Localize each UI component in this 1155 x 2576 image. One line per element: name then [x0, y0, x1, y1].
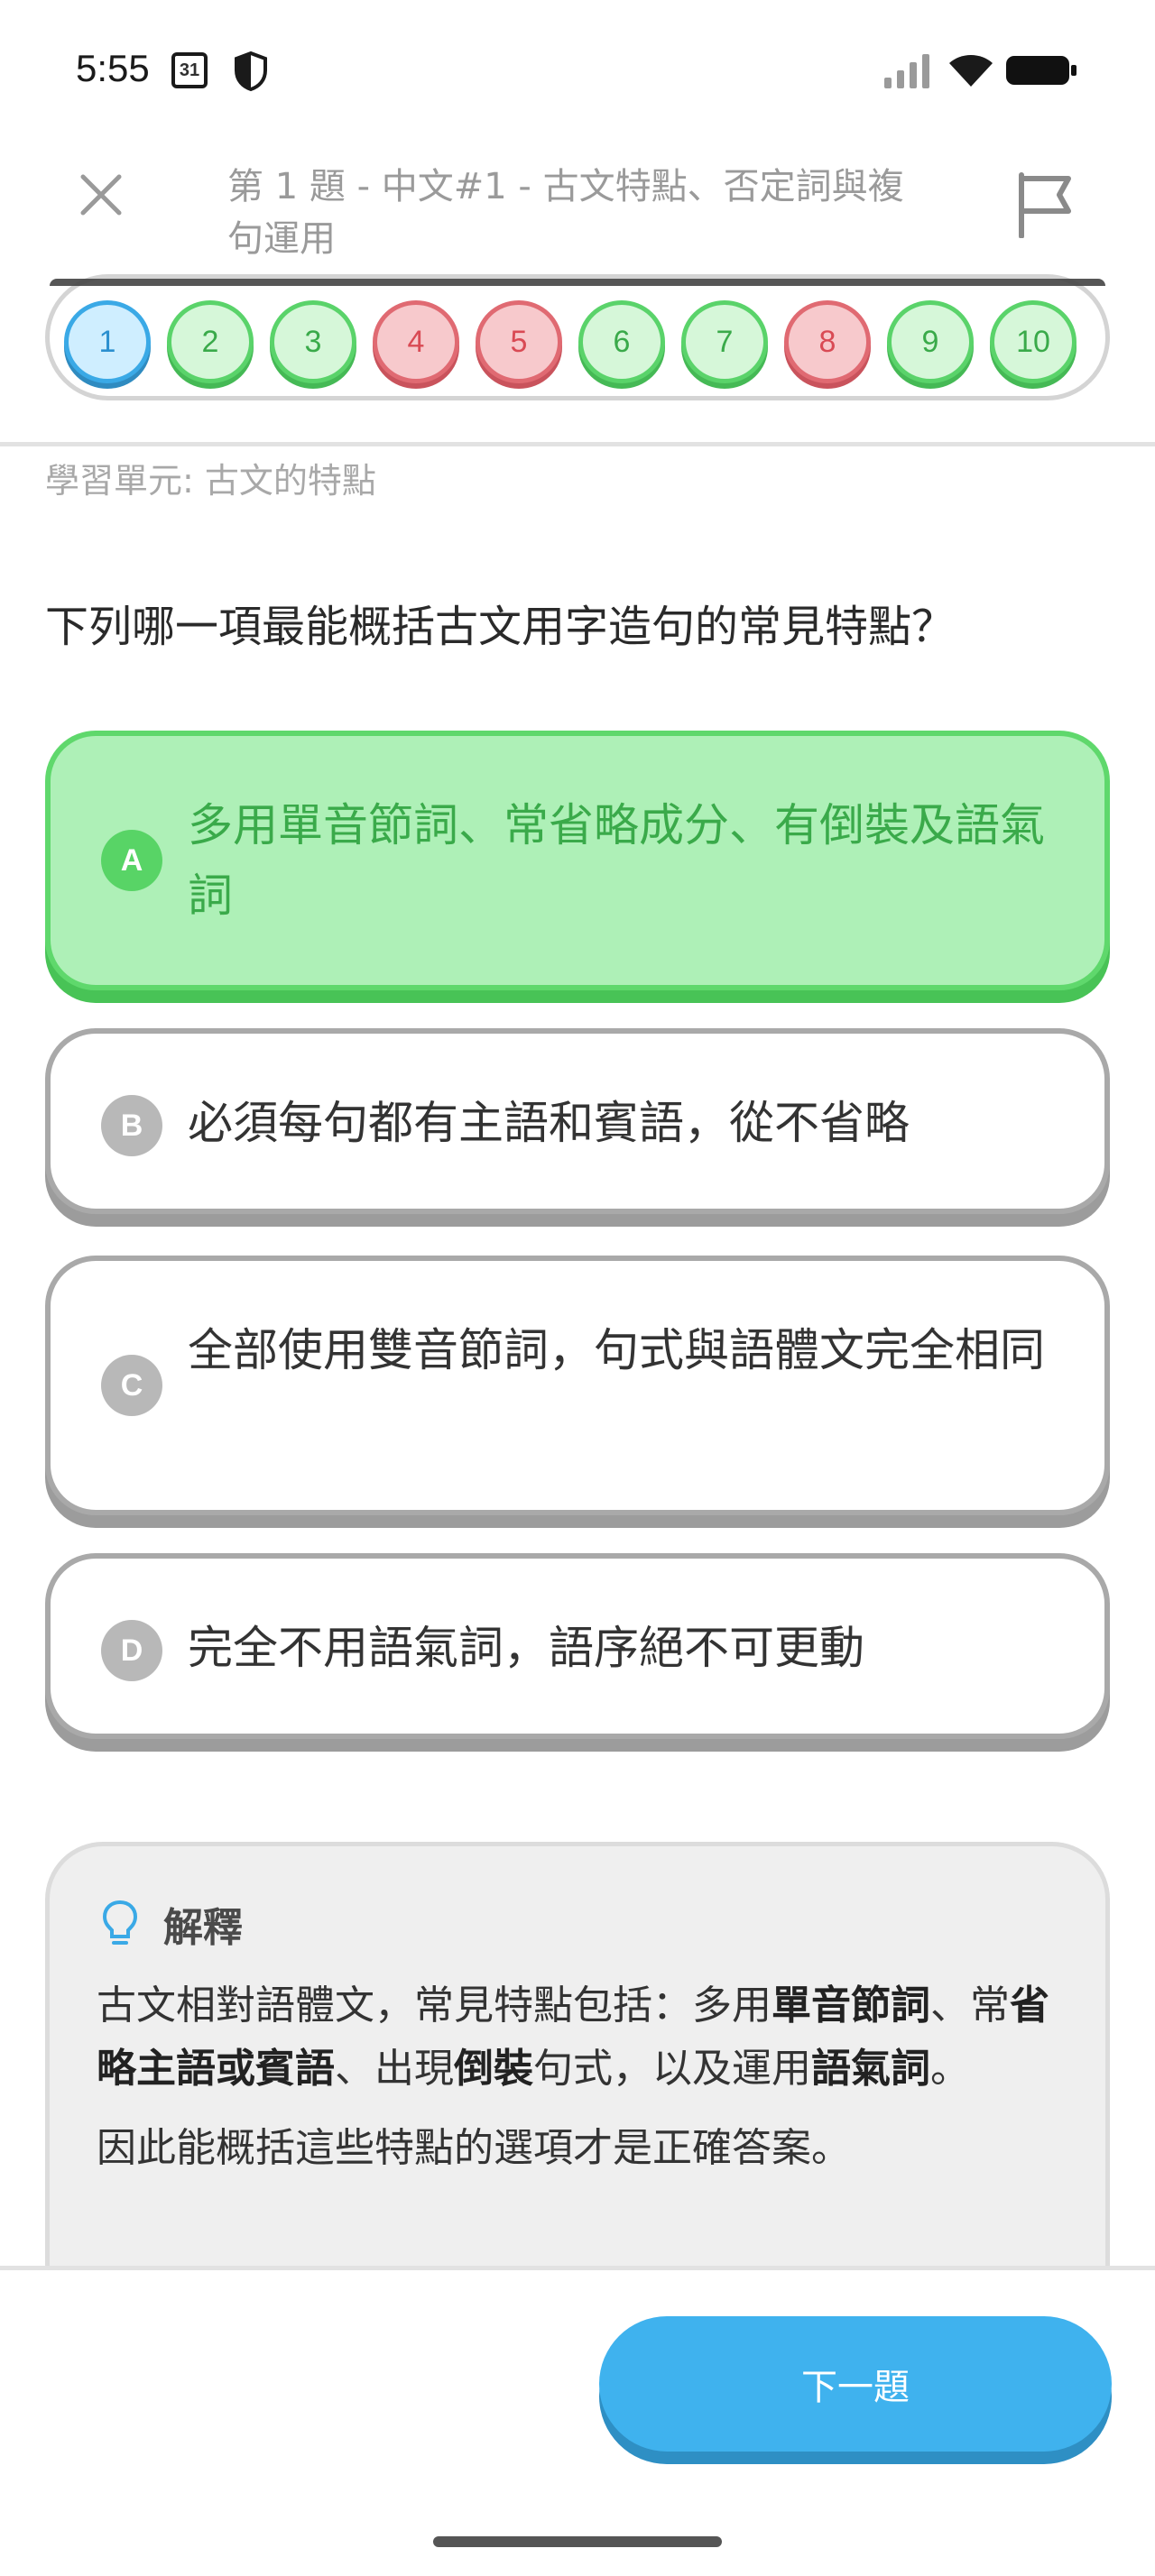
wifi-icon	[949, 55, 993, 87]
option-b[interactable]: B 必須每句都有主語和賓語，從不省略	[45, 1028, 1110, 1214]
option-a[interactable]: A 多用單音節詞、常省略成分、有倒裝及語氣詞	[45, 731, 1110, 990]
explanation-text: 句式，以及運用	[533, 2046, 811, 2092]
question-number: 4	[407, 324, 425, 359]
explanation-conclusion: 因此能概括這些特點的選項才是正確答案。	[97, 2125, 851, 2171]
question-number: 5	[510, 324, 528, 359]
battery-icon	[1006, 56, 1076, 85]
option-text: 多用單音節詞、常省略成分、有倒裝及語氣詞	[188, 799, 1045, 922]
lightbulb-icon	[102, 1900, 138, 1945]
explanation-text: 。	[930, 2046, 970, 2092]
status-time: 5:55	[76, 47, 150, 89]
question-dot[interactable]: 9	[887, 300, 974, 383]
question-dot[interactable]: 1	[64, 300, 151, 383]
option-text: 全部使用雙音節詞，句式與語體文完全相同	[188, 1324, 1045, 1376]
signal-icon	[884, 54, 929, 88]
next-question-button[interactable]: 下一題	[599, 2316, 1112, 2452]
question-dot[interactable]: 4	[373, 300, 459, 383]
option-letter-badge: A	[101, 830, 162, 891]
shield-icon	[235, 51, 267, 92]
question-dot[interactable]: 5	[476, 300, 562, 383]
explanation-title: 解釋	[163, 1905, 243, 1951]
explanation-body: 古文相對語體文，常見特點包括：多用單音節詞、常省略主語或賓語、出現倒裝句式，以及…	[97, 1974, 1071, 2180]
quiz-title: 第 1 題 - 中文#1 - 古文特點、否定詞與複句運用	[227, 166, 904, 260]
explanation-keyword: 倒裝	[454, 2046, 533, 2092]
question-number: 1	[98, 324, 116, 359]
question-number: 2	[201, 324, 219, 359]
option-d[interactable]: D 完全不用語氣詞，語序絕不可更動	[45, 1553, 1110, 1739]
question-dot[interactable]: 3	[270, 300, 356, 383]
option-text: 完全不用語氣詞，語序絕不可更動	[188, 1622, 864, 1674]
explanation-paragraph: 古文相對語體文，常見特點包括：多用單音節詞、常省略主語或賓語、出現倒裝句式，以及…	[97, 1974, 1071, 2101]
question-dot[interactable]: 6	[578, 300, 665, 383]
explanation-text: 、常	[930, 1983, 1010, 2029]
status-bar: 5:55 31	[0, 0, 1155, 135]
question-dot[interactable]: 8	[784, 300, 871, 383]
question-text: 下列哪一項最能概括古文用字造句的常見特點？	[45, 602, 956, 652]
close-icon[interactable]	[74, 168, 128, 222]
explanation-keyword: 語氣詞	[811, 2046, 930, 2092]
question-number: 3	[304, 324, 322, 359]
unit-label: 學習單元: 古文的特點	[45, 461, 376, 501]
option-letter-badge: B	[101, 1095, 162, 1156]
option-letter-badge: D	[101, 1620, 162, 1681]
question-number: 8	[818, 324, 836, 359]
option-c[interactable]: C 全部使用雙音節詞，句式與語體文完全相同	[45, 1256, 1110, 1515]
question-number: 10	[1016, 324, 1050, 359]
option-letter-badge: C	[101, 1355, 162, 1416]
explanation-text: 、出現	[335, 2046, 454, 2092]
option-text: 必須每句都有主語和賓語，從不省略	[188, 1097, 910, 1149]
explanation-text: 古文相對語體文，常見特點包括：多用	[97, 1983, 772, 2029]
question-number: 7	[716, 324, 734, 359]
explanation-panel: 解釋 古文相對語體文，常見特點包括：多用單音節詞、常省略主語或賓語、出現倒裝句式…	[45, 1842, 1110, 2329]
explanation-keyword: 單音節詞	[772, 1983, 930, 2029]
question-dot[interactable]: 7	[681, 300, 768, 383]
question-dot[interactable]: 2	[167, 300, 254, 383]
calendar-icon: 31	[171, 52, 208, 88]
home-indicator[interactable]	[433, 2536, 722, 2547]
question-progress: 1 2 3 4 5 6 7 8 9 10	[45, 274, 1110, 400]
flag-icon[interactable]	[1014, 171, 1076, 238]
question-number: 9	[921, 324, 939, 359]
header-divider	[0, 442, 1155, 446]
question-number: 6	[613, 324, 631, 359]
question-dot[interactable]: 10	[990, 300, 1076, 383]
